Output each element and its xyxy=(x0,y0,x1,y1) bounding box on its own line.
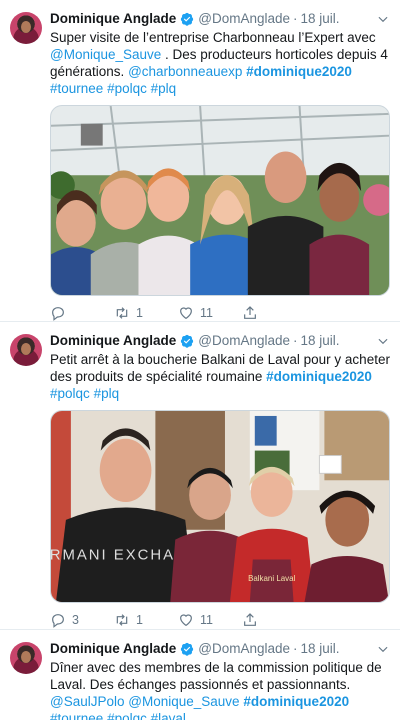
tweet-text: Dîner avec des membres de la commission … xyxy=(50,659,390,720)
tweet-link[interactable]: #tournee xyxy=(50,711,103,720)
separator-dot: · xyxy=(293,11,298,26)
reply-icon xyxy=(52,307,64,321)
hashtag-link[interactable]: #dominique2020 xyxy=(243,694,349,709)
author-handle[interactable]: @DomAnglade xyxy=(198,640,290,658)
tweet-text-segment: Super visite de l’entreprise Charbonneau… xyxy=(50,30,376,45)
avatar[interactable] xyxy=(10,12,42,44)
tweet-link[interactable]: #plq xyxy=(151,81,177,96)
reply-icon xyxy=(52,614,64,628)
tweet-header: Dominique Anglade @DomAnglade · 18 juil. xyxy=(50,332,390,350)
avatar[interactable] xyxy=(10,334,42,366)
heart-icon xyxy=(180,307,192,320)
hashtag-link[interactable]: #dominique2020 xyxy=(246,64,352,79)
apron-text: Balkani Laval xyxy=(248,574,295,583)
like-button[interactable]: 11 xyxy=(178,305,242,321)
tweet-link[interactable]: @charbonneauexp xyxy=(128,64,242,79)
tweet-link[interactable]: @Monique_Sauve xyxy=(50,47,161,62)
tweet-photo[interactable] xyxy=(50,105,390,296)
retweet-icon xyxy=(116,614,128,626)
tweet-photo[interactable]: ARMANI EXCHANGE Balkani Laval xyxy=(50,410,390,603)
tweet-link[interactable]: #plq xyxy=(94,386,120,401)
share-icon xyxy=(244,306,256,319)
retweet-count: 1 xyxy=(136,306,143,320)
reply-count: 3 xyxy=(72,613,79,627)
tweet-link[interactable]: #polqc xyxy=(50,386,90,401)
greenhouse-group-photo xyxy=(51,106,389,295)
tweet-link[interactable]: @Monique_Sauve xyxy=(128,694,239,709)
retweet-button[interactable]: 1 xyxy=(114,612,178,628)
tweet[interactable]: Dominique Anglade @DomAnglade · 18 juil.… xyxy=(0,630,400,720)
chevron-down-icon[interactable] xyxy=(376,642,390,656)
verified-badge-icon xyxy=(181,642,194,656)
tweet-link[interactable]: #polqc xyxy=(107,711,147,720)
share-button[interactable] xyxy=(242,612,306,628)
chevron-down-icon[interactable] xyxy=(376,12,390,26)
tweet-text: Super visite de l’entreprise Charbonneau… xyxy=(50,29,390,97)
share-button[interactable] xyxy=(242,305,306,321)
tweet-text-segment: Dîner avec des membres de la commission … xyxy=(50,660,382,692)
tweet-text: Petit arrêt à la boucherie Balkani de La… xyxy=(50,351,390,402)
separator-dot: · xyxy=(293,333,298,348)
heart-icon xyxy=(180,614,192,627)
butcher-shop-group-photo: ARMANI EXCHANGE Balkani Laval xyxy=(51,411,389,602)
author-name[interactable]: Dominique Anglade xyxy=(50,332,176,350)
tweet-date[interactable]: 18 juil. xyxy=(301,332,340,350)
like-count: 11 xyxy=(200,613,213,627)
hashtag-link[interactable]: #dominique2020 xyxy=(266,369,372,384)
author-handle[interactable]: @DomAnglade xyxy=(198,332,290,350)
avatar[interactable] xyxy=(10,642,42,674)
like-button[interactable]: 11 xyxy=(178,612,242,628)
retweet-count: 1 xyxy=(136,613,143,627)
author-handle[interactable]: @DomAnglade xyxy=(198,10,290,28)
reply-button[interactable] xyxy=(50,305,114,321)
share-icon xyxy=(244,613,256,626)
tweet-date[interactable]: 18 juil. xyxy=(301,10,340,28)
tweet[interactable]: Dominique Anglade @DomAnglade · 18 juil.… xyxy=(0,322,400,630)
tweet[interactable]: Dominique Anglade @DomAnglade · 18 juil.… xyxy=(0,0,400,322)
tweet-link[interactable]: #tournee xyxy=(50,81,103,96)
chevron-down-icon[interactable] xyxy=(376,334,390,348)
tweet-date[interactable]: 18 juil. xyxy=(301,640,340,658)
retweet-button[interactable]: 1 xyxy=(114,305,178,321)
author-name[interactable]: Dominique Anglade xyxy=(50,10,176,28)
tweet-link[interactable]: #laval xyxy=(151,711,186,720)
verified-badge-icon xyxy=(181,334,194,348)
tweet-header: Dominique Anglade @DomAnglade · 18 juil. xyxy=(50,640,390,658)
retweet-icon xyxy=(116,307,128,319)
tweet-feed: Dominique Anglade @DomAnglade · 18 juil.… xyxy=(0,0,400,720)
like-count: 11 xyxy=(200,306,213,320)
tweet-link[interactable]: @SaulJPolo xyxy=(50,694,125,709)
separator-dot: · xyxy=(293,641,298,656)
tweet-link[interactable]: #polqc xyxy=(107,81,147,96)
verified-badge-icon xyxy=(181,12,194,26)
author-name[interactable]: Dominique Anglade xyxy=(50,640,176,658)
tweet-header: Dominique Anglade @DomAnglade · 18 juil. xyxy=(50,10,390,28)
reply-button[interactable]: 3 xyxy=(50,612,114,628)
